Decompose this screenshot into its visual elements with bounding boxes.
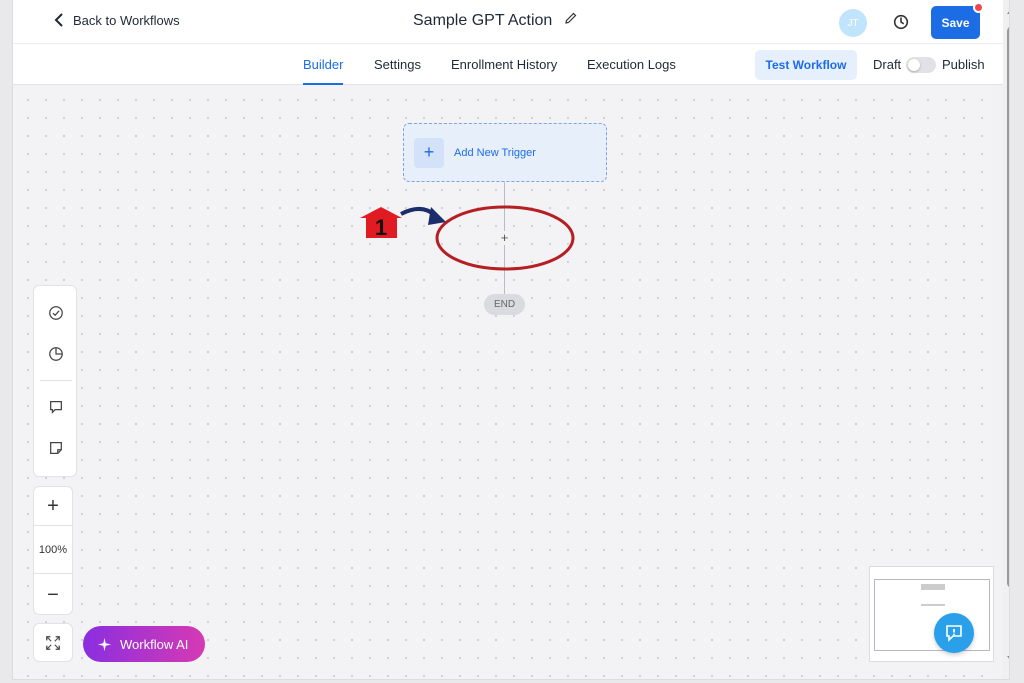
tab-settings[interactable]: Settings [374,44,421,85]
comment-icon[interactable] [45,396,67,418]
scroll-down-arrow-icon[interactable] [1007,656,1009,664]
history-icon[interactable] [890,11,912,33]
left-tool-panel [33,285,77,477]
test-workflow-button[interactable]: Test Workflow [755,50,857,80]
feedback-icon[interactable] [934,613,974,653]
tab-builder[interactable]: Builder [303,44,344,85]
publish-label: Publish [942,57,985,72]
add-step-button[interactable]: + [498,231,511,244]
pencil-icon[interactable] [564,11,578,30]
minimap-trigger [921,584,945,590]
publish-toggle[interactable] [906,57,936,73]
back-label: Back to Workflows [73,12,180,28]
workflow-title[interactable]: Sample GPT Action [413,12,552,30]
pie-chart-icon[interactable] [45,343,67,365]
check-circle-icon[interactable] [45,302,67,324]
avatar[interactable]: JT [839,9,867,37]
end-node: END [484,294,525,315]
sticky-note-icon[interactable] [45,437,67,459]
divider [40,380,72,381]
minimap-line [921,604,945,606]
tabs-bar: Builder Settings Enrollment History Exec… [13,44,1009,85]
tab-enrollment-history[interactable]: Enrollment History [451,44,557,85]
app-frame: Back to Workflows Sample GPT Action JT S… [12,0,1010,680]
connector-line [504,245,505,294]
workflow-canvas[interactable]: + Add New Trigger + END + 100% − Workflo… [13,85,994,679]
scroll-thumb[interactable] [1007,26,1009,588]
zoom-level: 100% [34,527,72,574]
back-to-workflows-link[interactable]: Back to Workflows [53,12,180,28]
minimap[interactable] [869,566,994,662]
top-header: Back to Workflows Sample GPT Action JT S… [13,0,1009,44]
add-new-trigger-node[interactable]: + Add New Trigger [403,123,607,182]
scroll-up-arrow-icon[interactable] [1007,6,1009,14]
workflow-ai-label: Workflow AI [120,636,189,652]
connector-line [504,182,505,231]
save-button[interactable]: Save [931,6,980,39]
notification-dot [973,2,984,13]
zoom-panel: + 100% − [33,486,73,615]
zoom-out-button[interactable]: − [34,575,72,615]
workflow-ai-button[interactable]: Workflow AI [83,626,205,662]
tab-execution-logs[interactable]: Execution Logs [587,44,676,85]
draft-label: Draft [873,57,902,72]
sparkle-icon [97,637,112,651]
fit-view-icon[interactable] [33,623,73,662]
zoom-in-button[interactable]: + [34,487,72,526]
chevron-left-icon [54,13,63,27]
plus-icon: + [414,137,444,168]
title-wrap: Sample GPT Action [413,11,578,30]
vertical-scrollbar[interactable] [1003,0,1009,679]
trigger-label: Add New Trigger [454,146,536,159]
